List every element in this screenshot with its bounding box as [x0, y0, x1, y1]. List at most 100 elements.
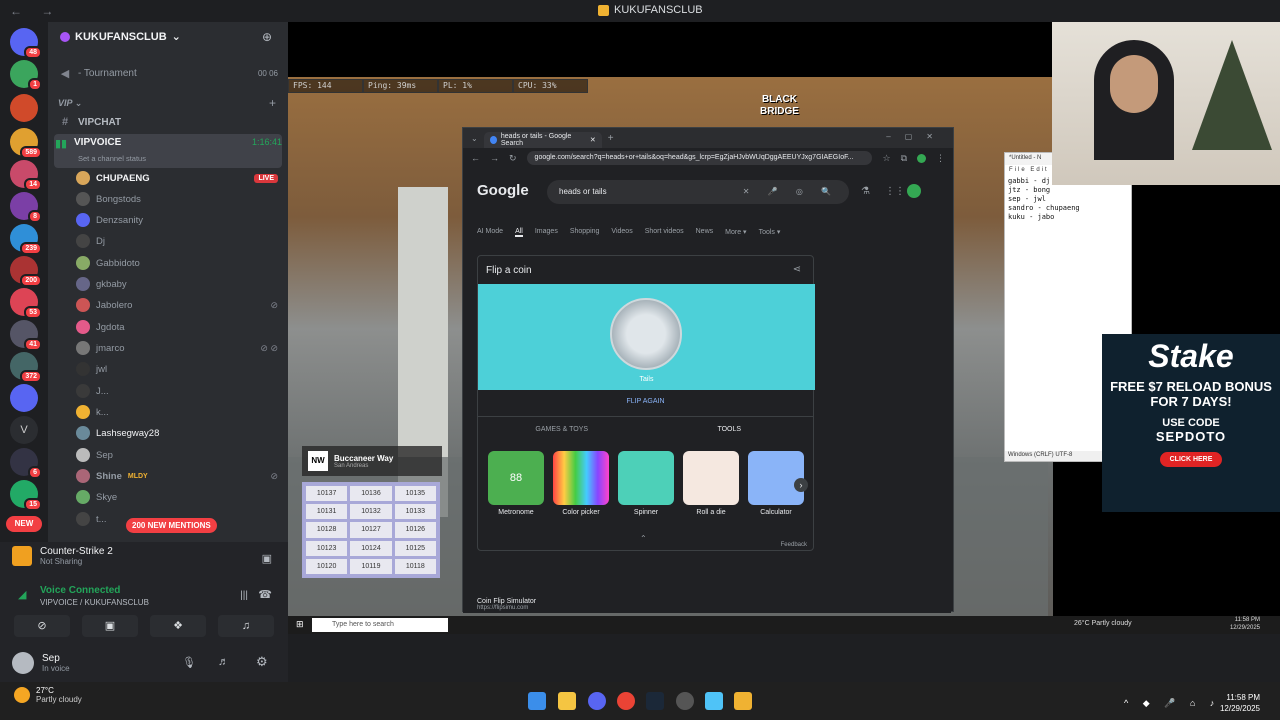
headphones-icon[interactable]: ♬	[218, 656, 229, 668]
search-actions[interactable]: ✕ 🎤 ◎ 🔍	[743, 180, 839, 204]
server-icon[interactable]: 239	[10, 224, 42, 255]
coin-area[interactable]: Tails	[478, 284, 815, 390]
flip-again-button[interactable]: FLIP AGAIN	[478, 398, 813, 405]
invite-icon[interactable]: ⊕	[262, 30, 276, 44]
chevron-right-icon[interactable]: ›	[794, 478, 808, 492]
server-icon[interactable]	[10, 94, 38, 122]
voice-member[interactable]: J...	[76, 381, 278, 401]
forward-icon[interactable]: →	[490, 153, 499, 163]
discord-icon[interactable]	[588, 692, 606, 710]
grid-cell[interactable]: 10135	[394, 486, 436, 502]
server-icon[interactable]: 14	[10, 160, 42, 191]
bookmark-icon[interactable]: ☆	[882, 153, 890, 164]
nav-arrows[interactable]: ← →	[10, 4, 61, 18]
tool-color-picker[interactable]: Color picker	[553, 451, 609, 516]
tab-shopping[interactable]: Shopping	[570, 228, 600, 237]
server-icon[interactable]: V	[10, 416, 38, 444]
new-mentions-pill[interactable]: 200 NEW MENTIONS	[126, 518, 217, 533]
search-input[interactable]: heads or tails ✕ 🎤 ◎ 🔍	[547, 180, 849, 204]
chrome-icon[interactable]	[617, 692, 635, 710]
server-icon[interactable]: 8	[10, 192, 42, 223]
voice-member[interactable]: Sep	[76, 445, 278, 465]
voice-member[interactable]: Dj	[76, 231, 278, 251]
channel-status-placeholder[interactable]: Set a channel status	[78, 154, 146, 163]
server-icon[interactable]: 1	[10, 60, 42, 91]
microphone-icon[interactable]: 🎙	[182, 656, 196, 669]
grid-cell[interactable]: 10127	[350, 522, 392, 538]
voice-member[interactable]: Lashsegway28	[76, 423, 278, 443]
tab-more[interactable]: More ▾	[725, 228, 746, 237]
voice-member[interactable]: Gabbidoto	[76, 253, 278, 273]
account-avatar[interactable]	[907, 184, 921, 198]
server-icon[interactable]: 589	[10, 128, 42, 159]
server-icon[interactable]: 48	[10, 28, 42, 59]
server-header[interactable]: KUKUFANSCLUB ⌄	[60, 30, 181, 43]
google-logo[interactable]: Google	[477, 182, 529, 199]
server-icon[interactable]: 372	[10, 352, 42, 383]
window-controls[interactable]: –▢✕	[886, 132, 947, 141]
game-app-icon[interactable]	[734, 692, 752, 710]
extensions-icon[interactable]: ⧉	[901, 153, 907, 164]
back-icon[interactable]: ←	[471, 153, 480, 163]
category-vip[interactable]: VIP ⌄	[58, 98, 82, 109]
search-result[interactable]: Coin Flip Simulator https://flipsimu.com	[477, 598, 536, 611]
reload-icon[interactable]: ↻	[509, 153, 517, 164]
grid-cell[interactable]: 10125	[394, 540, 436, 556]
coin-icon[interactable]	[610, 298, 682, 370]
tab-images[interactable]: Images	[535, 228, 558, 237]
menu-icon[interactable]: ⋮	[936, 153, 945, 164]
screen-share-button[interactable]: ▣	[82, 615, 138, 637]
tab-short-videos[interactable]: Short videos	[645, 228, 684, 237]
add-channel-icon[interactable]: +	[269, 96, 276, 110]
voice-member[interactable]: CHUPAENG LIVE	[76, 168, 278, 188]
gear-icon[interactable]: ⚙	[256, 654, 268, 670]
apps-grid-icon[interactable]: ⋮⋮	[885, 186, 905, 197]
voice-member[interactable]: jmarco ⊘ ⊘	[76, 338, 278, 358]
grid-cell[interactable]: 10133	[394, 504, 436, 520]
noise-suppression-icon[interactable]: |||	[240, 590, 248, 601]
camera-button[interactable]: ⊘	[14, 615, 70, 637]
tab-tools[interactable]: Tools ▾	[759, 228, 781, 237]
inner-search-input[interactable]: Type here to search	[312, 618, 448, 632]
voice-member[interactable]: Bongstods	[76, 189, 278, 209]
steam-icon[interactable]	[646, 692, 664, 710]
grid-cell[interactable]: 10132	[350, 504, 392, 520]
tool-spinner[interactable]: Spinner	[618, 451, 674, 516]
tab-ai-mode[interactable]: AI Mode	[477, 228, 503, 237]
user-info[interactable]: Sep In voice	[12, 652, 70, 674]
tab-games-toys[interactable]: GAMES & TOYS	[478, 417, 646, 433]
voice-member[interactable]: gkbaby	[76, 274, 278, 294]
grid-cell[interactable]: 10123	[306, 540, 348, 556]
server-icon[interactable]: 41	[10, 320, 42, 351]
windows-icon[interactable]: ⊞	[296, 619, 304, 630]
activity-row[interactable]: Counter-Strike 2 Not Sharing	[12, 546, 113, 566]
feedback-link[interactable]: Feedback	[781, 542, 807, 548]
labs-icon[interactable]: ⚗	[861, 186, 870, 197]
start-icon[interactable]	[528, 692, 546, 710]
channel-vipchat[interactable]: # VIPCHAT	[58, 112, 278, 132]
server-icon[interactable]: 6	[10, 448, 42, 479]
sponsor-ad[interactable]: Stake FREE $7 RELOAD BONUS FOR 7 DAYS! U…	[1102, 334, 1280, 512]
system-tray[interactable]: ^ ◆ 🎤 ⌂ ♪	[1124, 698, 1220, 709]
tool-metronome[interactable]: 88 Metronome	[488, 451, 544, 516]
channel-tournament[interactable]: ◀ - Tournament 00 06	[58, 63, 278, 83]
share-icon[interactable]: ⋖	[793, 264, 801, 275]
grid-cell[interactable]: 10124	[350, 540, 392, 556]
tab-all[interactable]: All	[515, 228, 523, 237]
new-unreads-pill[interactable]: NEW	[6, 516, 42, 532]
weather-widget[interactable]: 27°C Partly cloudy	[14, 686, 82, 704]
close-icon[interactable]: ✕	[590, 136, 596, 144]
server-icon[interactable]: 200	[10, 256, 42, 287]
tab-tools[interactable]: TOOLS	[646, 417, 814, 433]
click-here-button[interactable]: CLICK HERE	[1159, 452, 1223, 467]
new-tab-icon[interactable]: +	[608, 133, 614, 144]
soundboard-button[interactable]: ♫	[218, 615, 274, 637]
voice-member[interactable]: k...	[76, 402, 278, 422]
chrome-tab[interactable]: heads or tails - Google Search ✕	[483, 132, 602, 148]
voice-member[interactable]: Shine MLDY ⊘	[76, 466, 278, 486]
chevron-up-icon[interactable]: ⌃	[640, 534, 647, 543]
voice-channel-label[interactable]: VIPVOICE / KUKUFANSCLUB	[40, 598, 149, 607]
grid-cell[interactable]: 10120	[306, 558, 348, 574]
grid-cell[interactable]: 10118	[394, 558, 436, 574]
grid-cell[interactable]: 10137	[306, 486, 348, 502]
